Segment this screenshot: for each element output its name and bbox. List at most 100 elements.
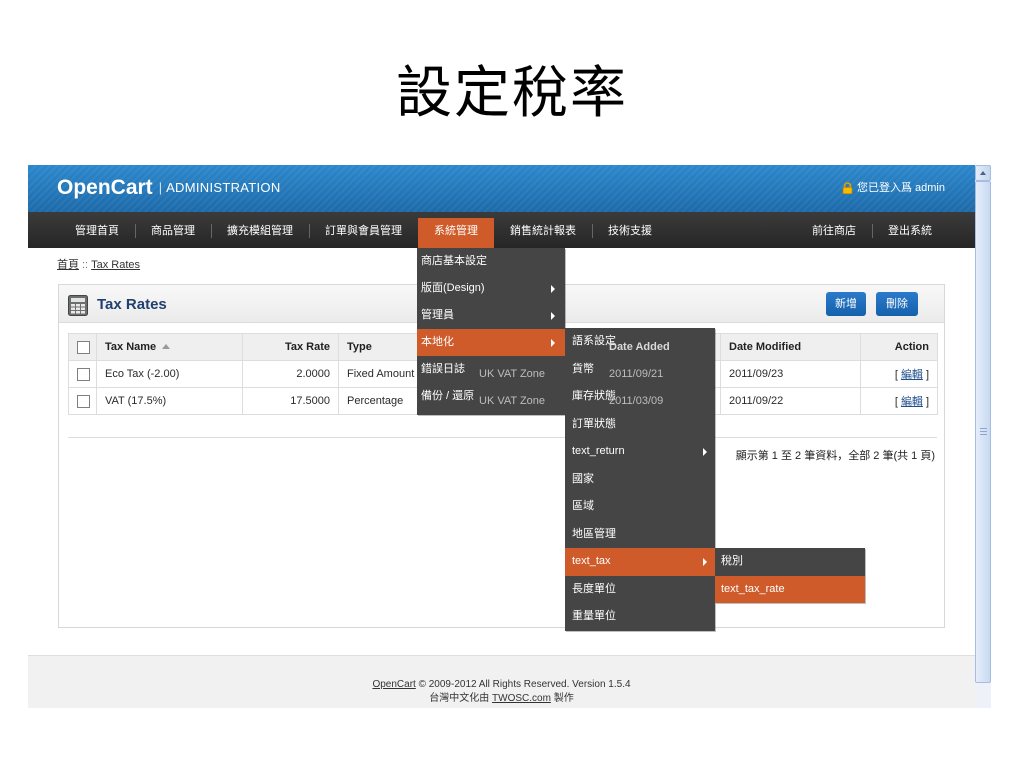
bracket-open: [: [894, 369, 898, 381]
menu-item-users[interactable]: 管理員: [417, 302, 565, 329]
bracket-open: [: [894, 396, 898, 408]
row-checkbox[interactable]: [77, 367, 90, 381]
menu-item-weight-classes[interactable]: 重量單位: [565, 603, 715, 631]
browser-screenshot: OpenCart | ADMINISTRATION 您已登入爲 admin 管理首頁…: [28, 165, 975, 708]
menu-item-label: 商店基本設定: [421, 255, 487, 267]
brand-divider: |: [158, 180, 163, 195]
row-select-cell: [68, 387, 97, 415]
breadcrumb-separator: ::: [82, 259, 89, 271]
sort-asc-icon: [162, 344, 171, 349]
nav-item-logout[interactable]: 登出系統: [872, 212, 948, 248]
submenu-arrow-icon: [551, 311, 555, 320]
breadcrumb-current[interactable]: Tax Rates: [91, 259, 140, 271]
submenu-arrow-icon: [703, 557, 707, 566]
row-select-cell: [68, 360, 97, 388]
nav-item-store-front[interactable]: 前往商店: [796, 212, 872, 248]
scrollbar-thumb[interactable]: [975, 181, 991, 683]
login-status: 您已登入爲 admin: [842, 181, 945, 195]
nav-item-sales[interactable]: 訂單與會員管理: [309, 212, 418, 248]
nav-item-reports[interactable]: 銷售統計報表: [494, 212, 592, 248]
delete-button[interactable]: 刪除: [876, 292, 918, 316]
menu-item-label: 管理員: [421, 309, 454, 321]
menu-item-label: 錯誤日誌: [421, 363, 465, 375]
menu-item-order-statuses[interactable]: 訂單狀態: [565, 411, 715, 439]
nav-item-dashboard[interactable]: 管理首頁: [59, 212, 135, 248]
cell-geo-zone-text: UK VAT Zone: [479, 395, 546, 407]
column-header-date-modified[interactable]: Date Modified: [720, 333, 861, 361]
menu-item-tax-rates[interactable]: text_tax_rate: [715, 575, 865, 603]
credit-prefix: 台灣中文化由: [429, 693, 490, 704]
slide-title: 設定稅率: [396, 61, 628, 126]
breadcrumb-home[interactable]: 首頁: [57, 259, 79, 271]
scroll-up-button[interactable]: [975, 165, 991, 181]
menu-item-label: text_return: [572, 445, 625, 457]
main-nav: 管理首頁 商品管理 擴充模組管理 訂單與會員管理 系統管理 銷售統計報表 技術支…: [28, 212, 975, 248]
cell-geo-zone-text: UK VAT Zone: [479, 368, 546, 380]
cell-tax-rate: 2.0000: [242, 360, 339, 388]
cell-date-added-text: 2011/09/21: [609, 368, 664, 380]
credit-suffix: 製作: [553, 693, 574, 704]
footer: OpenCart © 2009-2012 All Rights Reserved…: [28, 655, 975, 708]
column-header-tax-name[interactable]: Tax Name: [96, 333, 243, 361]
menu-item-label: 版面(Design): [421, 282, 485, 294]
submenu-arrow-icon: [551, 284, 555, 293]
nav-item-system[interactable]: 系統管理: [418, 212, 494, 248]
brand[interactable]: OpenCart | ADMINISTRATION: [57, 176, 281, 200]
menu-item-length-classes[interactable]: 長度單位: [565, 576, 715, 604]
select-all-cell: [68, 333, 97, 361]
cell-tax-rate: 17.5000: [242, 387, 339, 415]
menu-item-localisation[interactable]: 本地化: [417, 329, 565, 356]
bracket-close: ]: [925, 369, 929, 381]
select-all-checkbox[interactable]: [77, 340, 90, 354]
nav-item-help[interactable]: 技術支援: [592, 212, 668, 248]
menu-item-label: 重量單位: [572, 610, 616, 622]
menu-item-countries[interactable]: 國家: [565, 466, 715, 494]
menu-item-returns[interactable]: text_return: [565, 438, 715, 466]
edit-link[interactable]: 編輯: [901, 396, 923, 408]
copyright-text: © 2009-2012 All Rights Reserved. Version…: [418, 679, 631, 690]
column-header-tax-rate[interactable]: Tax Rate: [242, 333, 339, 361]
menu-item-label: 備份 / 還原: [421, 390, 475, 402]
menu-item-taxes[interactable]: text_tax: [565, 548, 715, 576]
row-checkbox[interactable]: [77, 394, 90, 408]
menu-item-geo-zones[interactable]: 地區管理: [565, 521, 715, 549]
menu-item-label: 國家: [572, 472, 594, 485]
cell-action: [編輯]: [860, 360, 938, 388]
bracket-close: ]: [925, 396, 929, 408]
scroll-up-arrow-icon: [980, 171, 986, 175]
menu-item-tax-classes[interactable]: 稅別: [715, 548, 865, 576]
column-header-tax-name-label: Tax Name: [105, 341, 157, 353]
menu-item-label: 長度單位: [572, 582, 616, 595]
calculator-icon: [68, 295, 88, 316]
opencart-link[interactable]: OpenCart: [372, 679, 415, 690]
submenu-arrow-icon: [551, 338, 555, 347]
footer-copyright: OpenCart © 2009-2012 All Rights Reserved…: [28, 678, 975, 692]
tax-submenu: 稅別 text_tax_rate: [715, 548, 865, 603]
submenu-arrow-icon: [703, 447, 707, 456]
panel-title: Tax Rates: [97, 296, 167, 313]
footer-credit: 台灣中文化由 TWOSC.com 製作: [28, 692, 975, 706]
column-header-date-added-label: Date Added: [609, 341, 670, 353]
edit-link[interactable]: 編輯: [901, 369, 923, 381]
nav-left: 管理首頁 商品管理 擴充模組管理 訂單與會員管理 系統管理 銷售統計報表 技術支…: [59, 212, 668, 248]
menu-item-design[interactable]: 版面(Design): [417, 275, 565, 302]
menu-item-zones[interactable]: 區域: [565, 493, 715, 521]
menu-item-label: 區域: [572, 500, 594, 512]
admin-header: OpenCart | ADMINISTRATION 您已登入爲 admin: [28, 165, 975, 212]
cell-action: [編輯]: [860, 387, 938, 415]
nav-item-extensions[interactable]: 擴充模組管理: [211, 212, 309, 248]
menu-item-label: 本地化: [421, 336, 454, 348]
cell-date-modified: 2011/09/23: [720, 360, 861, 388]
vertical-scrollbar[interactable]: [975, 165, 991, 708]
nav-item-catalog[interactable]: 商品管理: [135, 212, 211, 248]
breadcrumb: 首頁:: Tax Rates: [57, 258, 140, 272]
menu-item-store-settings[interactable]: 商店基本設定: [417, 248, 565, 275]
scrollbar-grip-icon: [980, 428, 987, 435]
pagination-results: 顯示第 1 至 2 筆資料，全部 2 筆(共 1 頁): [68, 437, 937, 463]
cell-tax-name: VAT (17.5%): [96, 387, 243, 415]
login-status-text: 您已登入爲 admin: [856, 182, 945, 194]
menu-item-label: 稅別: [721, 555, 743, 567]
twosc-link[interactable]: TWOSC.com: [492, 693, 551, 704]
insert-button[interactable]: 新增: [826, 292, 866, 316]
nav-right: 前往商店 登出系統: [796, 212, 948, 248]
